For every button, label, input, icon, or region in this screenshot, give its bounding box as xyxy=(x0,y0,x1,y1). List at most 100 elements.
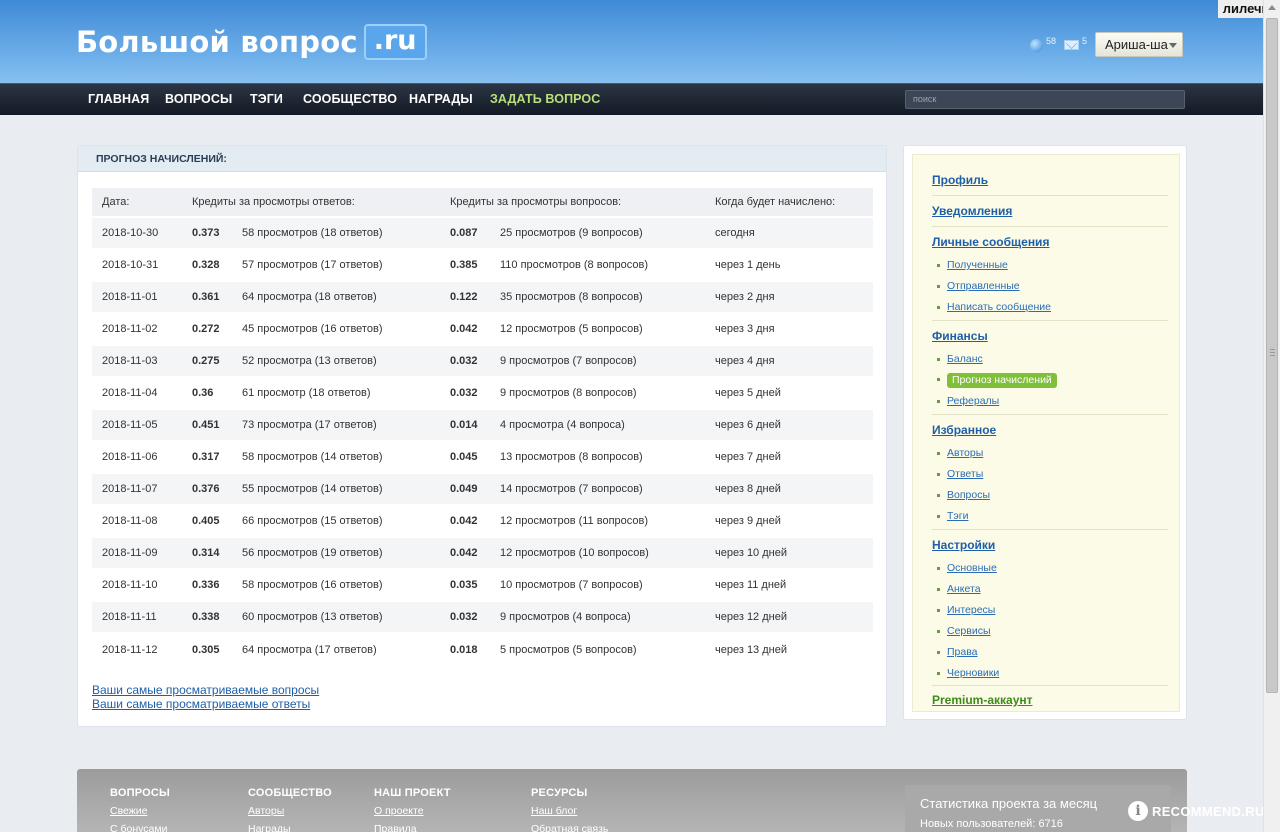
nav-questions[interactable]: ВОПРОСЫ xyxy=(165,92,232,106)
watermark: i RECOMMEND.RU xyxy=(1128,797,1265,825)
sidebar-item-questions[interactable]: Вопросы xyxy=(936,489,990,501)
sidebar-notifications[interactable]: Уведомления xyxy=(932,204,1012,218)
footer-link-feedback[interactable]: Обратная связь xyxy=(531,823,608,832)
sidebar-item-sent[interactable]: Отправленные xyxy=(937,280,1020,292)
row-question-views: 25 просмотров (9 вопросов) xyxy=(500,216,705,249)
row-question-views: 5 просмотров (5 вопросов) xyxy=(500,632,705,665)
panel-links: Ваши самые просматриваемые вопросы Ваши … xyxy=(92,683,319,711)
table-row: 2018-11-05 0.451 73 просмотра (17 ответов)… xyxy=(92,408,873,441)
footer-link-about[interactable]: О проекте xyxy=(374,805,451,817)
row-question-views: 110 просмотров (8 вопросов) xyxy=(500,248,705,281)
site-logo[interactable]: Большой вопрос .ru xyxy=(76,22,427,62)
row-date: 2018-11-01 xyxy=(92,280,182,313)
sidebar-item-rights[interactable]: Права xyxy=(937,646,978,658)
row-answer-credits: 0.336 xyxy=(182,568,242,601)
nav-home[interactable]: ГЛАВНАЯ xyxy=(88,92,149,106)
footer-col-community: СООБЩЕСТВО Авторы Награды xyxy=(248,787,332,832)
table-row: 2018-10-30 0.373 58 просмотров (18 ответов… xyxy=(92,216,873,249)
sidebar-item-interests[interactable]: Интересы xyxy=(936,604,995,616)
row-question-credits: 0.042 xyxy=(440,536,500,569)
footer-link-awards[interactable]: Награды xyxy=(248,823,332,832)
sidebar-item-answers[interactable]: Ответы xyxy=(936,468,983,480)
site-footer: ВОПРОСЫ Свежие С бонусами СООБЩЕСТВО Авт… xyxy=(77,769,1187,832)
footer-link-authors[interactable]: Авторы xyxy=(248,805,332,817)
row-answer-credits: 0.451 xyxy=(182,408,242,441)
sidebar-finance[interactable]: Финансы xyxy=(932,329,988,343)
table-row: 2018-11-04 0.36 61 просмотр (18 ответов) 0.… xyxy=(92,376,873,409)
sidebar-item-tags[interactable]: Тэги xyxy=(936,510,968,522)
sidebar-item-services[interactable]: Сервисы xyxy=(937,625,991,637)
footer-heading: ВОПРОСЫ xyxy=(110,787,170,799)
sidebar-settings[interactable]: Настройки xyxy=(932,538,995,552)
points-indicator[interactable]: 58 xyxy=(1030,36,1056,52)
row-question-credits: 0.042 xyxy=(440,504,500,537)
link-top-questions[interactable]: Ваши самые просматриваемые вопросы xyxy=(92,683,319,697)
sidebar-messages[interactable]: Личные сообщения xyxy=(932,235,1049,249)
row-answer-views: 66 просмотров (15 ответов) xyxy=(242,504,440,537)
footer-col-resources: РЕСУРСЫ Наш блог Обратная связь xyxy=(531,787,608,832)
sidebar-item-received[interactable]: Полученные xyxy=(937,259,1008,271)
panel-title: ПРОГНОЗ НАЧИСЛЕНИЙ: xyxy=(96,153,227,165)
nav-community[interactable]: СООБЩЕСТВО xyxy=(303,92,397,106)
footer-link-rules[interactable]: Правила xyxy=(374,823,451,832)
row-when: через 10 дней xyxy=(705,536,873,569)
row-answer-views: 73 просмотра (17 ответов) xyxy=(242,408,440,441)
site-header: Большой вопрос .ru лилечка 58 5 Ариша-ша xyxy=(0,0,1280,83)
footer-link-blog[interactable]: Наш блог xyxy=(531,805,608,817)
sidebar-profile[interactable]: Профиль xyxy=(932,173,988,187)
search-input[interactable]: поиск xyxy=(905,90,1185,109)
row-date: 2018-10-30 xyxy=(92,216,182,249)
row-when: через 7 дней xyxy=(705,440,873,473)
row-question-credits: 0.035 xyxy=(440,568,500,601)
sidebar-premium[interactable]: Premium-аккаунт xyxy=(932,693,1033,707)
table-row: 2018-11-07 0.376 55 просмотров (14 ответов… xyxy=(92,472,873,505)
sidebar-item-authors[interactable]: Авторы xyxy=(936,447,983,459)
user-name: Ариша-ша xyxy=(1105,37,1168,52)
sidebar-item-balance[interactable]: Баланс xyxy=(937,353,983,365)
messages-indicator[interactable]: 5 xyxy=(1064,36,1087,50)
nav-ask-question[interactable]: ЗАДАТЬ ВОПРОС xyxy=(490,92,600,106)
row-answer-views: 61 просмотр (18 ответов) xyxy=(242,376,440,409)
sidebar-item-drafts[interactable]: Черновики xyxy=(936,667,999,679)
sidebar-item-profile-form[interactable]: Анкета xyxy=(937,583,981,595)
nav-awards[interactable]: НАГРАДЫ xyxy=(409,92,473,106)
table-row: 2018-10-31 0.328 57 просмотров (17 ответов… xyxy=(92,248,873,281)
table-row: 2018-11-06 0.317 58 просмотров (14 ответов… xyxy=(92,440,873,473)
scrollbar-thumb[interactable] xyxy=(1266,18,1278,693)
table-row: 2018-11-03 0.275 52 просмотра (13 ответов)… xyxy=(92,344,873,377)
sidebar-item-write-message[interactable]: Написать сообщение xyxy=(937,301,1051,313)
main-nav: ГЛАВНАЯ ВОПРОСЫ ТЭГИ СООБЩЕСТВО НАГРАДЫ … xyxy=(0,83,1280,115)
row-answer-views: 64 просмотра (17 ответов) xyxy=(242,632,440,665)
row-when: через 11 дней xyxy=(705,568,873,601)
row-date: 2018-11-07 xyxy=(92,472,182,505)
scroll-up-arrow-icon[interactable] xyxy=(1268,5,1276,10)
link-top-answers[interactable]: Ваши самые просматриваемые ответы xyxy=(92,697,319,711)
row-question-credits: 0.018 xyxy=(440,632,500,665)
row-when: через 6 дней xyxy=(705,408,873,441)
row-date: 2018-11-09 xyxy=(92,536,182,569)
footer-link-bonuses[interactable]: С бонусами xyxy=(110,823,170,832)
sidebar-favorites[interactable]: Избранное xyxy=(932,423,996,437)
divider xyxy=(932,529,1168,530)
sidebar-item-forecast[interactable]: Прогноз начислений xyxy=(937,373,1057,388)
footer-link-fresh[interactable]: Свежие xyxy=(110,805,170,817)
footer-col-questions: ВОПРОСЫ Свежие С бонусами xyxy=(110,787,170,832)
scrollbar[interactable] xyxy=(1263,0,1280,832)
row-when: сегодня xyxy=(705,216,873,249)
row-question-views: 12 просмотров (10 вопросов) xyxy=(500,536,705,569)
row-question-credits: 0.385 xyxy=(440,248,500,281)
row-answer-credits: 0.275 xyxy=(182,344,242,377)
row-answer-credits: 0.305 xyxy=(182,632,242,665)
row-when: через 1 день xyxy=(705,248,873,281)
panel-header: ПРОГНОЗ НАЧИСЛЕНИЙ: xyxy=(78,146,886,172)
nav-tags[interactable]: ТЭГИ xyxy=(250,92,283,106)
sidebar-item-referrals[interactable]: Рефералы xyxy=(936,395,999,407)
divider xyxy=(932,226,1168,227)
row-question-views: 12 просмотров (5 вопросов) xyxy=(500,312,705,345)
sidebar-item-basic[interactable]: Основные xyxy=(937,562,997,574)
row-answer-credits: 0.405 xyxy=(182,504,242,537)
user-menu-button[interactable]: Ариша-ша xyxy=(1095,32,1183,57)
row-date: 2018-11-06 xyxy=(92,440,182,473)
row-when: через 8 дней xyxy=(705,472,873,505)
row-question-views: 9 просмотров (4 вопроса) xyxy=(500,600,705,633)
